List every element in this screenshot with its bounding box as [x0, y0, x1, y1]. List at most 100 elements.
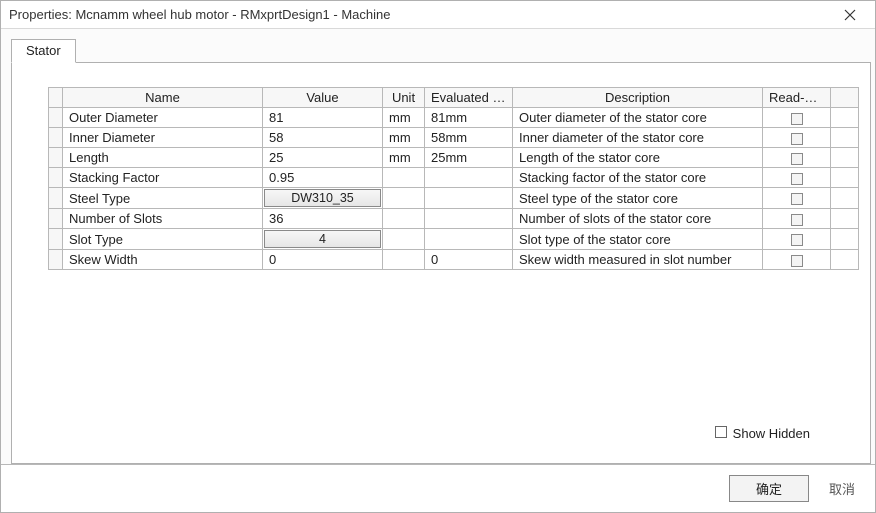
cell-description: Length of the stator core [513, 148, 763, 168]
row-header[interactable] [49, 250, 63, 270]
col-description[interactable]: Description [513, 88, 763, 108]
cell-description: Number of slots of the stator core [513, 209, 763, 229]
cell-unit[interactable] [383, 229, 425, 250]
property-grid: Name Value Unit Evaluated Va... Descript… [48, 87, 859, 270]
readonly-checkbox[interactable] [791, 234, 803, 246]
ok-button[interactable]: 确定 [729, 475, 809, 502]
cell-tail [831, 209, 859, 229]
properties-dialog: Properties: Mcnamm wheel hub motor - RMx… [0, 0, 876, 513]
cell-readonly[interactable] [763, 250, 831, 270]
cell-tail [831, 108, 859, 128]
cell-unit[interactable] [383, 188, 425, 209]
cell-evaluated: 58mm [425, 128, 513, 148]
cell-readonly[interactable] [763, 128, 831, 148]
tab-panel: Name Value Unit Evaluated Va... Descript… [11, 62, 871, 464]
row-header[interactable] [49, 108, 63, 128]
col-evaluated[interactable]: Evaluated Va... [425, 88, 513, 108]
row-header[interactable] [49, 128, 63, 148]
show-hidden-checkbox[interactable] [715, 426, 727, 438]
cell-description: Skew width measured in slot number [513, 250, 763, 270]
cell-evaluated: 81mm [425, 108, 513, 128]
cell-value[interactable]: 4 [263, 229, 383, 250]
cell-name: Slot Type [63, 229, 263, 250]
cell-unit[interactable] [383, 209, 425, 229]
row-header[interactable] [49, 188, 63, 209]
cell-description: Inner diameter of the stator core [513, 128, 763, 148]
cell-unit[interactable]: mm [383, 108, 425, 128]
cell-name: Length [63, 148, 263, 168]
cell-readonly[interactable] [763, 188, 831, 209]
cell-description: Outer diameter of the stator core [513, 108, 763, 128]
readonly-checkbox[interactable] [791, 214, 803, 226]
dialog-footer: 确定 取消 [1, 464, 875, 512]
table-row: Outer Diameter81mm81mmOuter diameter of … [49, 108, 859, 128]
readonly-checkbox[interactable] [791, 133, 803, 145]
cell-name: Stacking Factor [63, 168, 263, 188]
cell-value[interactable]: 0 [263, 250, 383, 270]
cell-tail [831, 168, 859, 188]
table-row: Skew Width00Skew width measured in slot … [49, 250, 859, 270]
cell-evaluated [425, 229, 513, 250]
cell-readonly[interactable] [763, 148, 831, 168]
cell-unit[interactable] [383, 168, 425, 188]
cell-value[interactable]: 0.95 [263, 168, 383, 188]
cell-name: Outer Diameter [63, 108, 263, 128]
titlebar: Properties: Mcnamm wheel hub motor - RMx… [1, 1, 875, 29]
col-value[interactable]: Value [263, 88, 383, 108]
cell-tail [831, 128, 859, 148]
table-row: Stacking Factor0.95 Stacking factor of th… [49, 168, 859, 188]
readonly-checkbox[interactable] [791, 255, 803, 267]
cell-unit[interactable]: mm [383, 128, 425, 148]
cell-evaluated [425, 209, 513, 229]
tab-strip: Stator [11, 39, 871, 63]
cell-value[interactable]: 58 [263, 128, 383, 148]
col-readonly[interactable]: Read-only [763, 88, 831, 108]
close-icon[interactable] [831, 3, 869, 27]
cell-unit[interactable]: mm [383, 148, 425, 168]
value-dropdown-button[interactable]: DW310_35 [264, 189, 381, 207]
cell-readonly[interactable] [763, 209, 831, 229]
show-hidden-label: Show Hidden [733, 426, 810, 441]
value-dropdown-button[interactable]: 4 [264, 230, 381, 248]
cell-name: Steel Type [63, 188, 263, 209]
cell-value[interactable]: DW310_35 [263, 188, 383, 209]
row-header[interactable] [49, 148, 63, 168]
dialog-body: Stator Name Value Unit Evaluated Va... D… [1, 29, 875, 464]
row-header[interactable] [49, 229, 63, 250]
cell-value[interactable]: 81 [263, 108, 383, 128]
cell-description: Slot type of the stator core [513, 229, 763, 250]
readonly-checkbox[interactable] [791, 173, 803, 185]
window-title: Properties: Mcnamm wheel hub motor - RMx… [9, 7, 390, 22]
table-row: Number of Slots36 Number of slots of the … [49, 209, 859, 229]
cell-evaluated [425, 168, 513, 188]
col-unit[interactable]: Unit [383, 88, 425, 108]
cell-name: Inner Diameter [63, 128, 263, 148]
cancel-button[interactable]: 取消 [829, 479, 855, 498]
cell-unit[interactable] [383, 250, 425, 270]
cell-name: Number of Slots [63, 209, 263, 229]
cell-tail [831, 148, 859, 168]
row-header[interactable] [49, 209, 63, 229]
show-hidden-row: Show Hidden [48, 422, 854, 451]
readonly-checkbox[interactable] [791, 153, 803, 165]
cell-value[interactable]: 36 [263, 209, 383, 229]
col-name[interactable]: Name [63, 88, 263, 108]
table-row: Inner Diameter58mm58mmInner diameter of … [49, 128, 859, 148]
row-header[interactable] [49, 168, 63, 188]
cell-description: Stacking factor of the stator core [513, 168, 763, 188]
cell-readonly[interactable] [763, 168, 831, 188]
readonly-checkbox[interactable] [791, 193, 803, 205]
table-row: Steel TypeDW310_35 Steel type of the stat… [49, 188, 859, 209]
cell-readonly[interactable] [763, 229, 831, 250]
cell-tail [831, 229, 859, 250]
cell-evaluated: 25mm [425, 148, 513, 168]
cell-evaluated [425, 188, 513, 209]
cell-value[interactable]: 25 [263, 148, 383, 168]
readonly-checkbox[interactable] [791, 113, 803, 125]
cell-readonly[interactable] [763, 108, 831, 128]
cell-tail [831, 250, 859, 270]
cell-description: Steel type of the stator core [513, 188, 763, 209]
cell-evaluated: 0 [425, 250, 513, 270]
cell-tail [831, 188, 859, 209]
tab-stator[interactable]: Stator [11, 39, 76, 63]
